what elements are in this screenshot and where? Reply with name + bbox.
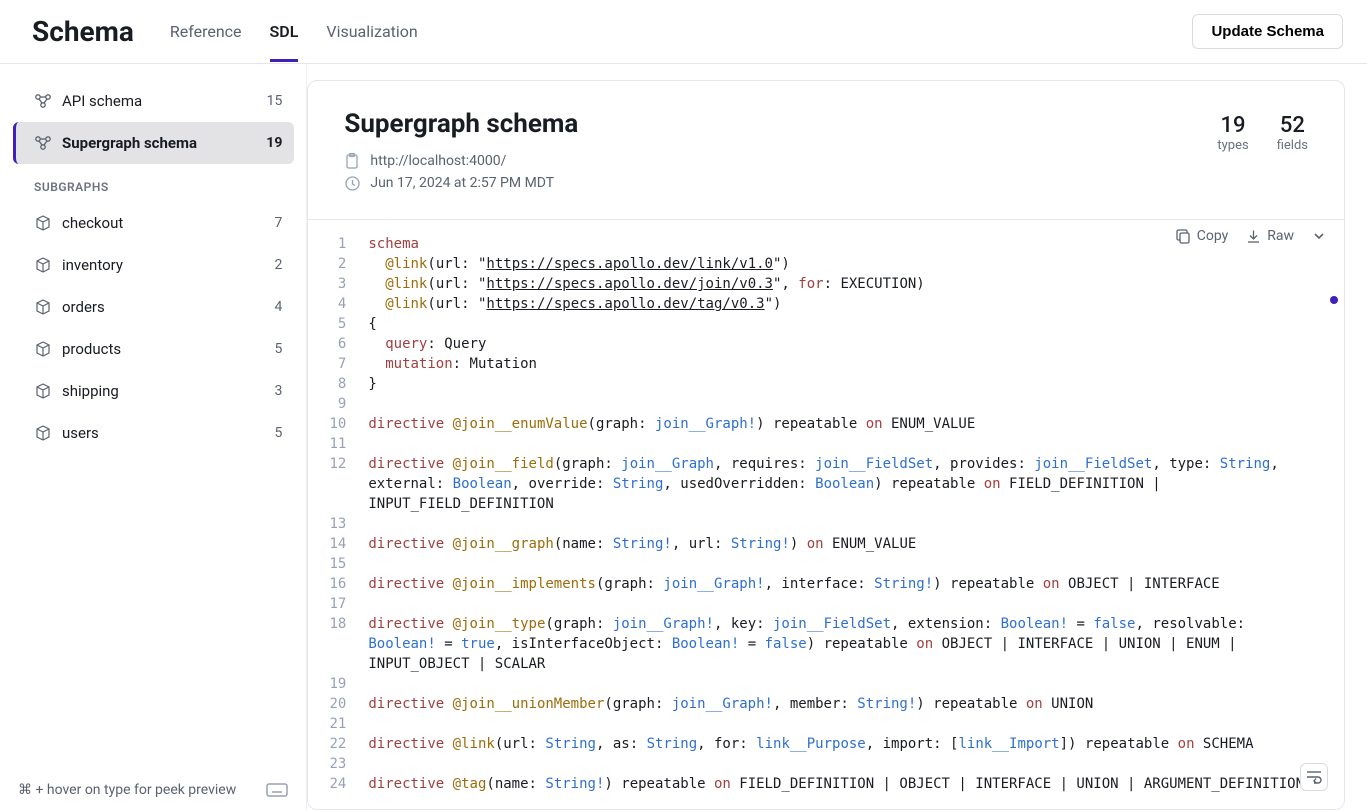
- subgraph-item-shipping[interactable]: shipping 3: [16, 370, 294, 412]
- code-line: 12directive @join__field(graph: join__Gr…: [308, 454, 1344, 474]
- sidebar-item-label: users: [62, 424, 99, 442]
- code-line: 14directive @join__graph(name: String!, …: [308, 534, 1344, 554]
- code-line: 10directive @join__enumValue(graph: join…: [308, 414, 1344, 434]
- subgraph-item-orders[interactable]: orders 4: [16, 286, 294, 328]
- expand-toggle[interactable]: [1312, 229, 1326, 243]
- sidebar-item-count: 5: [274, 341, 282, 357]
- wrap-toggle-button[interactable]: [1300, 763, 1328, 791]
- sidebar-item-label: Supergraph schema: [62, 134, 197, 152]
- app-title: Schema: [32, 15, 134, 48]
- code-line: INPUT_FIELD_DEFINITION: [308, 494, 1344, 514]
- stat-number: 19: [1217, 113, 1248, 138]
- clock-icon: [344, 175, 360, 191]
- header: Schema Reference SDL Visualization Update …: [0, 0, 1367, 64]
- code-line: 13: [308, 514, 1344, 534]
- sidebar-item-label: shipping: [62, 382, 119, 400]
- sidebar-item-supergraph-schema[interactable]: Supergraph schema 19: [13, 122, 294, 164]
- code-line: 11: [308, 434, 1344, 454]
- code-line: 5{: [308, 314, 1344, 334]
- sidebar-item-count: 15: [267, 93, 283, 109]
- code-line: 17: [308, 594, 1344, 614]
- sidebar-item-api-schema[interactable]: API schema 15: [16, 80, 294, 122]
- code-line: external: Boolean, override: String, use…: [308, 474, 1344, 494]
- stat-fields: 52fields: [1277, 113, 1308, 197]
- schema-timestamp: Jun 17, 2024 at 2:57 PM MDT: [370, 175, 554, 191]
- cube-icon: [34, 382, 52, 400]
- code-line: 16directive @join__implements(graph: joi…: [308, 574, 1344, 594]
- code-line: 8}: [308, 374, 1344, 394]
- sidebar-item-label: inventory: [62, 256, 123, 274]
- schema-panel: Supergraph schema http://localhost:4000/…: [307, 80, 1345, 810]
- code-line: 2 @link(url: "https://specs.apollo.dev/l…: [308, 254, 1344, 274]
- raw-label: Raw: [1267, 228, 1294, 244]
- sidebar-item-count: 4: [274, 299, 282, 315]
- cube-icon: [34, 424, 52, 442]
- subgraph-item-users[interactable]: users 5: [16, 412, 294, 454]
- sidebar-item-count: 19: [266, 135, 282, 151]
- graph-icon: [34, 92, 52, 110]
- code-line: 4 @link(url: "https://specs.apollo.dev/t…: [308, 294, 1344, 314]
- code-line: 7 mutation: Mutation: [308, 354, 1344, 374]
- cube-icon: [34, 214, 52, 232]
- sidebar-item-count: 2: [274, 257, 282, 273]
- code-line: 21: [308, 714, 1344, 734]
- subgraph-item-inventory[interactable]: inventory 2: [16, 244, 294, 286]
- sidebar-item-label: products: [62, 340, 121, 358]
- sidebar-item-count: 7: [274, 215, 282, 231]
- code-line: 23: [308, 754, 1344, 774]
- code-line: 3 @link(url: "https://specs.apollo.dev/j…: [308, 274, 1344, 294]
- subgraph-item-products[interactable]: products 5: [16, 328, 294, 370]
- schema-url: http://localhost:4000/: [370, 153, 506, 169]
- code-editor[interactable]: 1schema2 @link(url: "https://specs.apoll…: [308, 220, 1344, 809]
- sidebar: API schema 15 Supergraph schema 19 SUBGRAPH…: [0, 64, 307, 810]
- stat-types: 19types: [1217, 113, 1248, 197]
- code-line: 18directive @join__type(graph: join__Gra…: [308, 614, 1344, 634]
- sidebar-item-label: checkout: [62, 214, 123, 232]
- raw-button[interactable]: Raw: [1246, 228, 1294, 244]
- copy-button[interactable]: Copy: [1176, 228, 1229, 244]
- stat-number: 52: [1277, 113, 1308, 138]
- tab-visualization[interactable]: Visualization: [326, 2, 417, 62]
- code-line: Boolean! = true, isInterfaceObject: Bool…: [308, 634, 1344, 654]
- minimap-indicator: [1330, 296, 1338, 304]
- code-line: 24directive @tag(name: String!) repeatab…: [308, 774, 1344, 794]
- code-line: 9: [308, 394, 1344, 414]
- code-line: 19: [308, 674, 1344, 694]
- sidebar-item-count: 5: [274, 425, 282, 441]
- code-line: 22directive @link(url: String, as: Strin…: [308, 734, 1344, 754]
- code-line: 20directive @join__unionMember(graph: jo…: [308, 694, 1344, 714]
- clipboard-icon: [344, 153, 360, 169]
- subgraphs-heading: SUBGRAPHS: [16, 164, 294, 202]
- cube-icon: [34, 298, 52, 316]
- update-schema-button[interactable]: Update Schema: [1192, 14, 1343, 49]
- sidebar-item-label: orders: [62, 298, 105, 316]
- sidebar-item-count: 3: [274, 383, 282, 399]
- keyboard-icon: [266, 783, 288, 797]
- subgraph-item-checkout[interactable]: checkout 7: [16, 202, 294, 244]
- stat-label: types: [1217, 138, 1248, 153]
- copy-label: Copy: [1197, 228, 1229, 244]
- code-line: 15: [308, 554, 1344, 574]
- sidebar-footer: ⌘ + hover on type for peek preview: [0, 769, 306, 810]
- tab-sdl[interactable]: SDL: [270, 2, 299, 62]
- nav-tabs: Reference SDL Visualization: [170, 2, 418, 62]
- stat-label: fields: [1277, 138, 1308, 153]
- sidebar-item-label: API schema: [62, 92, 142, 110]
- graph-icon: [34, 134, 52, 152]
- cube-icon: [34, 340, 52, 358]
- peek-hint: ⌘ + hover on type for peek preview: [18, 782, 236, 798]
- code-line: INPUT_OBJECT | SCALAR: [308, 654, 1344, 674]
- tab-reference[interactable]: Reference: [170, 2, 242, 62]
- cube-icon: [34, 256, 52, 274]
- panel-title: Supergraph schema: [344, 109, 1217, 139]
- code-line: 6 query: Query: [308, 334, 1344, 354]
